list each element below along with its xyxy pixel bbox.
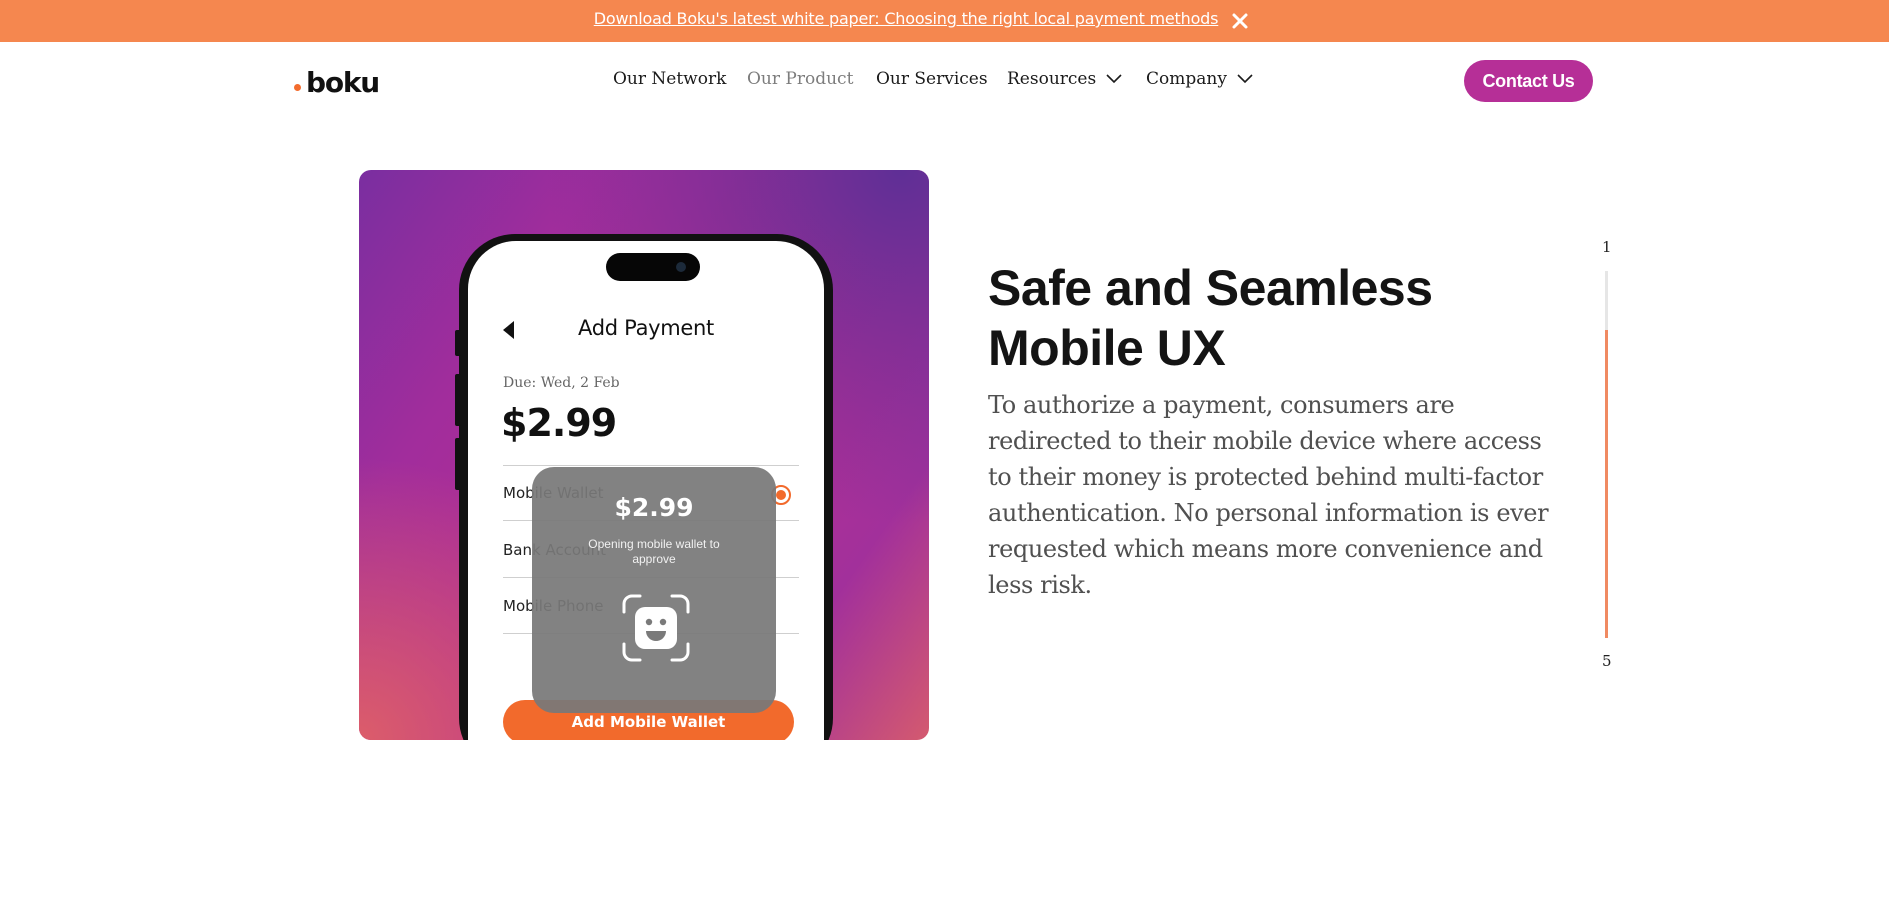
nav-label: Our Services (876, 69, 988, 89)
overlay-amount: $2.99 (614, 493, 694, 522)
section-headline: Safe and Seamless Mobile UX (988, 260, 1433, 376)
due-date: Due: Wed, 2 Feb (503, 375, 620, 391)
announcement-banner: Download Boku's latest white paper: Choo… (0, 0, 1889, 42)
progress-end-label: 5 (1602, 652, 1612, 670)
nav-our-network[interactable]: Our Network (613, 69, 726, 89)
progress-track[interactable] (1605, 271, 1608, 638)
nav-our-product[interactable]: Our Product (747, 69, 853, 89)
nav-company[interactable]: Company (1146, 69, 1253, 89)
phone-mockup: Add Payment Due: Wed, 2 Feb $2.99 Mobile… (455, 234, 833, 740)
phone-screen: Add Payment Due: Wed, 2 Feb $2.99 Mobile… (468, 241, 824, 740)
chevron-down-icon (1106, 74, 1122, 84)
white-paper-link[interactable]: Download Boku's latest white paper: Choo… (0, 9, 1812, 28)
close-icon[interactable] (1229, 10, 1251, 32)
site-header: boku Our Network Our Product Our Service… (0, 42, 1889, 120)
overlay-message: Opening mobile wallet to approve (588, 537, 720, 566)
product-image-card: Add Payment Due: Wed, 2 Feb $2.99 Mobile… (359, 170, 929, 740)
section-body: To authorize a payment, consumers are re… (988, 391, 1549, 599)
face-id-icon (622, 594, 690, 662)
phone-side-button (455, 374, 461, 426)
nav-label: Our Product (747, 69, 854, 89)
nav-resources[interactable]: Resources (1007, 69, 1122, 89)
nav-our-services[interactable]: Our Services (876, 69, 988, 89)
phone-side-button (455, 330, 461, 356)
payment-amount: $2.99 (501, 401, 617, 445)
contact-us-button[interactable]: Contact Us (1464, 60, 1593, 102)
camera-icon (676, 262, 686, 272)
nav-label: Company (1146, 69, 1227, 89)
screen-title: Add Payment (578, 316, 714, 340)
logo-text: boku (306, 66, 380, 99)
phone-side-button (455, 438, 461, 490)
nav-label: Our Network (613, 69, 727, 89)
dynamic-island (606, 253, 700, 281)
chevron-down-icon (1237, 74, 1253, 84)
logo-dot-icon (294, 83, 301, 91)
wallet-approval-overlay: $2.99 Opening mobile wallet to approve (532, 467, 776, 713)
progress-start-label: 1 (1602, 238, 1612, 256)
nav-label: Resources (1007, 69, 1097, 89)
boku-logo[interactable]: boku (294, 66, 380, 99)
progress-fill (1605, 330, 1608, 638)
